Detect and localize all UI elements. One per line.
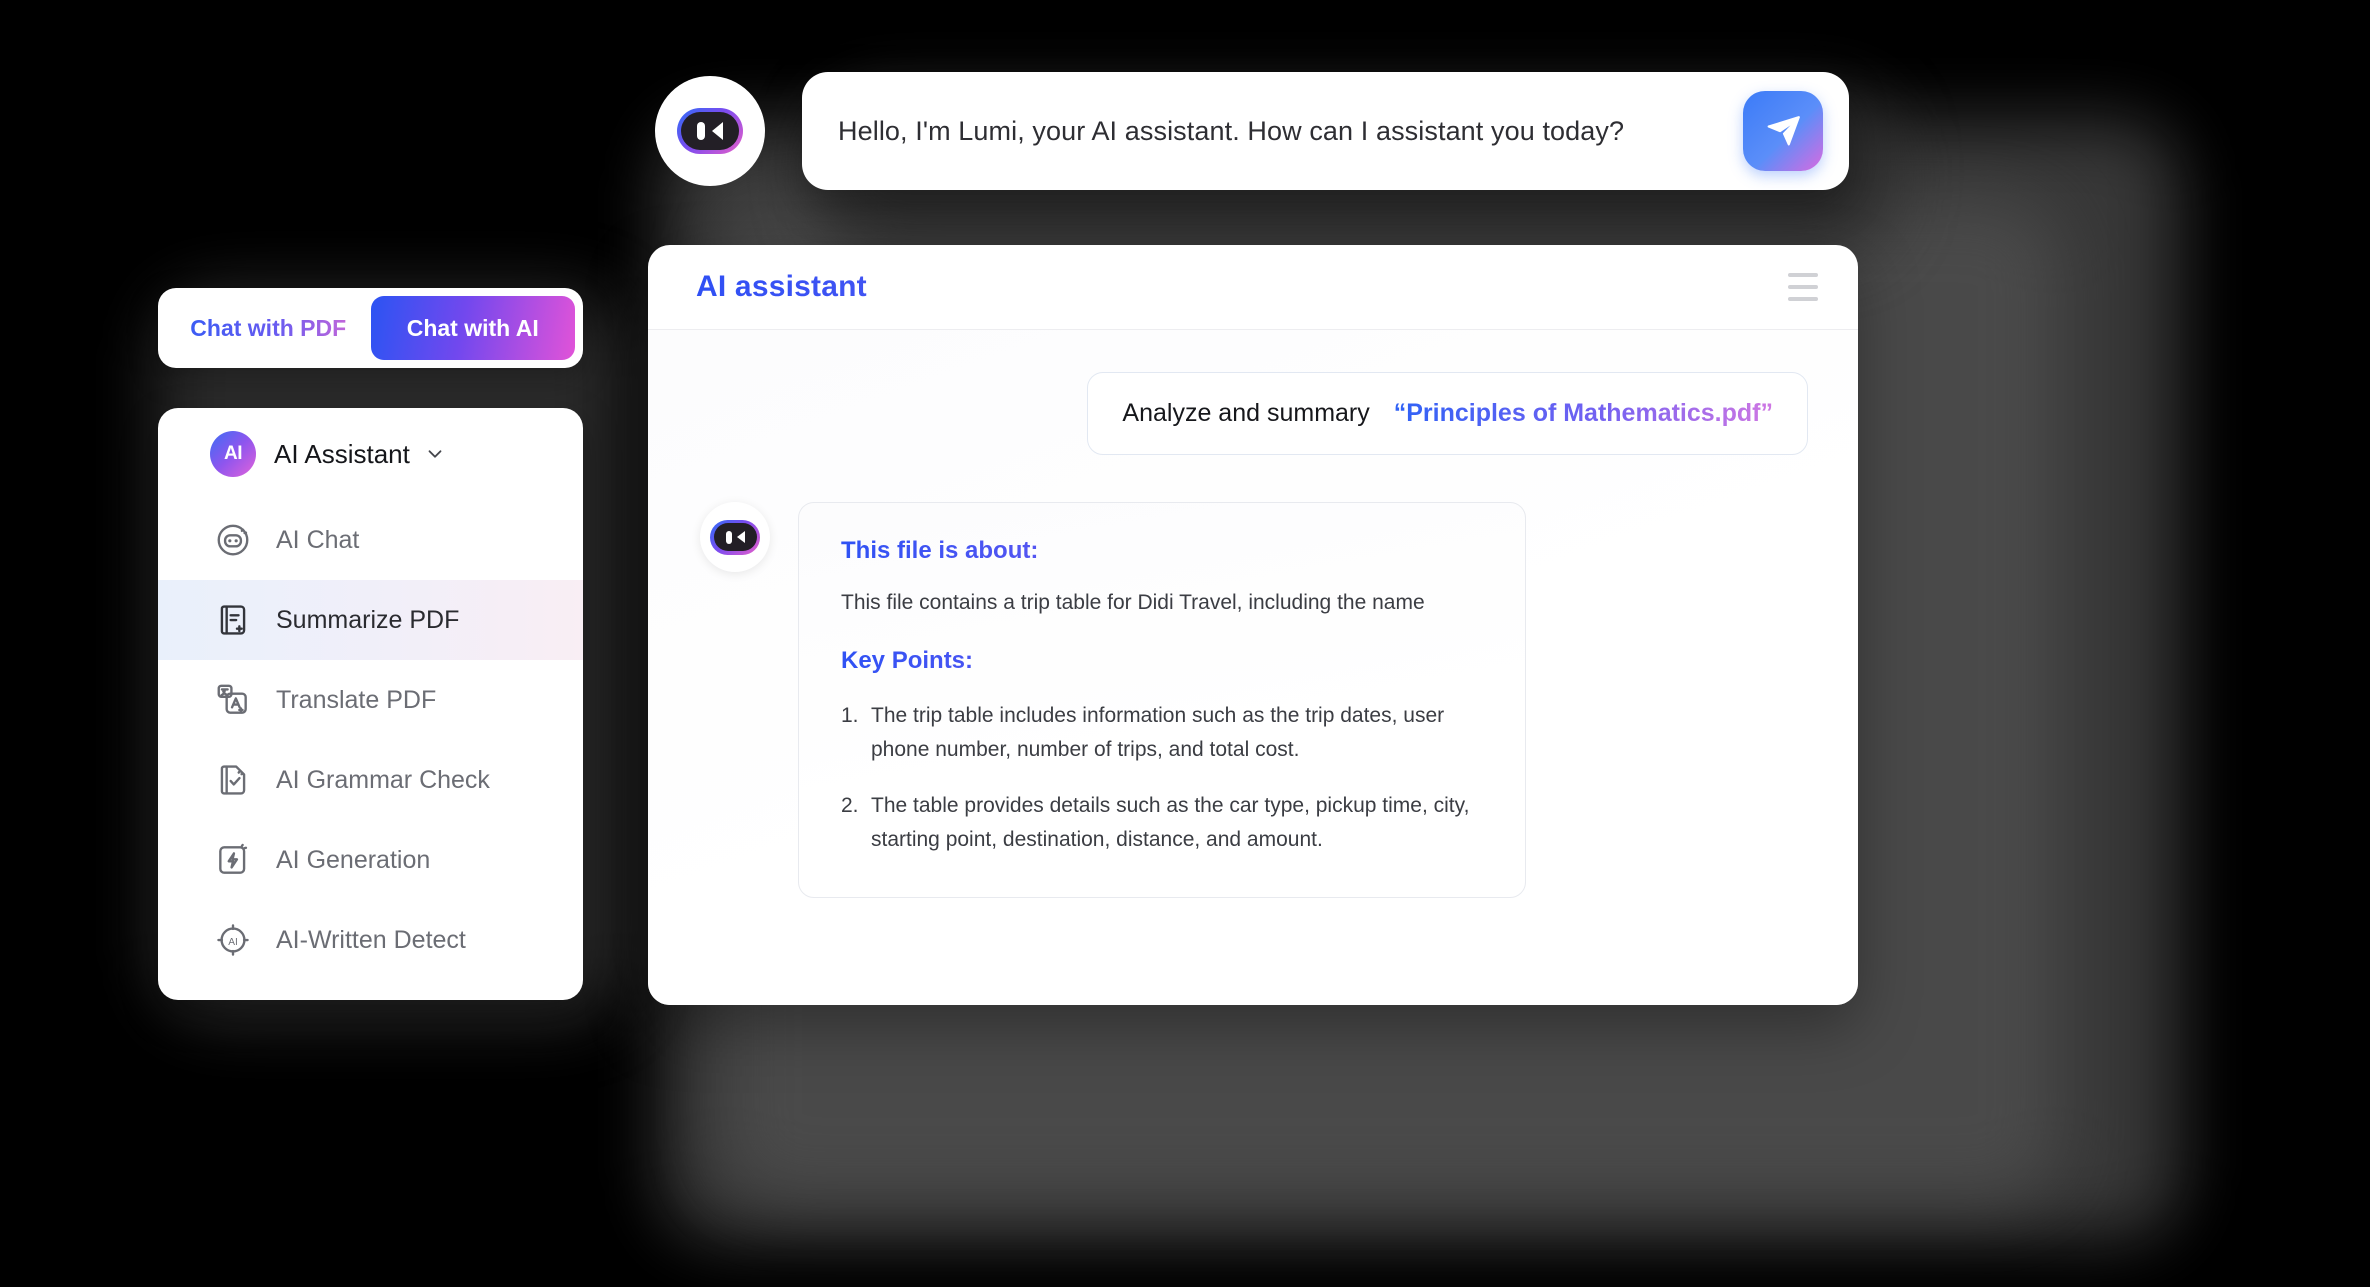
user-message-row: Analyze and summary “Principles of Mathe… bbox=[700, 372, 1808, 455]
user-message-filename: “Principles of Mathematics.pdf” bbox=[1393, 399, 1773, 427]
lumi-avatar bbox=[655, 76, 765, 186]
sidebar-header[interactable]: AI AI Assistant bbox=[158, 408, 583, 500]
ai-target-icon: AI bbox=[210, 921, 256, 959]
sidebar-item-translate-pdf[interactable]: Translate PDF bbox=[158, 660, 583, 740]
panel-header: AI assistant bbox=[648, 245, 1858, 330]
translate-card-icon bbox=[210, 681, 256, 719]
about-heading: This file is about: bbox=[841, 537, 1485, 565]
sidebar-item-ai-grammar-check[interactable]: AI Grammar Check bbox=[158, 740, 583, 820]
greeting-bar: Hello, I'm Lumi, your AI assistant. How … bbox=[655, 72, 1849, 190]
assistant-message-row: This file is about: This file contains a… bbox=[700, 502, 1808, 898]
greeting-message: Hello, I'm Lumi, your AI assistant. How … bbox=[838, 115, 1625, 146]
list-item-number: 2. bbox=[841, 793, 859, 817]
tools-sidebar: AI AI Assistant AI Chat Summarize PDF Tr… bbox=[158, 408, 583, 1000]
list-item-text: The trip table includes information such… bbox=[871, 703, 1445, 761]
assistant-avatar bbox=[700, 502, 770, 572]
sidebar-item-label: AI Grammar Check bbox=[276, 765, 490, 794]
screen-root: Hello, I'm Lumi, your AI assistant. How … bbox=[0, 0, 2370, 1287]
conversation-area: Analyze and summary “Principles of Mathe… bbox=[648, 330, 1858, 1005]
key-points-list: 1. The trip table includes information s… bbox=[841, 699, 1485, 857]
ai-avatar: AI bbox=[210, 431, 256, 477]
user-message-bubble: Analyze and summary “Principles of Mathe… bbox=[1087, 372, 1808, 455]
svg-text:AI: AI bbox=[228, 937, 238, 948]
list-item-text: The table provides details such as the c… bbox=[871, 793, 1470, 851]
sidebar-item-ai-generation[interactable]: AI Generation bbox=[158, 820, 583, 900]
sidebar-item-label: AI-Written Detect bbox=[276, 925, 466, 954]
bot-face-icon bbox=[710, 519, 760, 555]
page-title: AI assistant bbox=[696, 270, 1782, 304]
list-item: 1. The trip table includes information s… bbox=[841, 699, 1485, 767]
paper-plane-send-icon[interactable] bbox=[1743, 91, 1823, 171]
ai-assistant-panel: AI assistant Analyze and summary “Princi… bbox=[648, 245, 1858, 1005]
sidebar-item-ai-chat[interactable]: AI Chat bbox=[158, 500, 583, 580]
lightning-bolt-icon bbox=[210, 841, 256, 879]
tab-chat-with-ai[interactable]: Chat with AI bbox=[370, 296, 575, 360]
tab-chat-with-pdf[interactable]: Chat with PDF bbox=[166, 296, 371, 360]
sidebar-item-label: Summarize PDF bbox=[276, 605, 460, 634]
sidebar-item-label: AI Generation bbox=[276, 845, 431, 874]
document-lines-icon bbox=[210, 601, 256, 639]
chat-mode-tabs: Chat with PDF Chat with AI bbox=[158, 288, 583, 368]
assistant-response-card: This file is about: This file contains a… bbox=[798, 502, 1526, 898]
sidebar-item-label: AI Chat bbox=[276, 525, 360, 554]
sidebar-item-summarize-pdf[interactable]: Summarize PDF bbox=[158, 580, 583, 660]
document-check-icon bbox=[210, 761, 256, 799]
user-message-prefix: Analyze and summary bbox=[1122, 399, 1370, 427]
list-item-number: 1. bbox=[841, 703, 859, 727]
bot-face-icon bbox=[677, 108, 743, 154]
sidebar-header-label: AI Assistant bbox=[274, 438, 410, 469]
hamburger-menu-icon[interactable] bbox=[1782, 267, 1824, 307]
sidebar-item-ai-written-detect[interactable]: AI AI-Written Detect bbox=[158, 900, 583, 980]
robot-face-icon bbox=[210, 521, 256, 559]
sidebar-item-label: Translate PDF bbox=[276, 685, 437, 714]
key-points-heading: Key Points: bbox=[841, 647, 1485, 675]
about-text: This file contains a trip table for Didi… bbox=[841, 591, 1425, 614]
list-item: 2. The table provides details such as th… bbox=[841, 789, 1485, 857]
chevron-down-icon[interactable] bbox=[424, 443, 446, 465]
greeting-input-bar[interactable]: Hello, I'm Lumi, your AI assistant. How … bbox=[802, 72, 1849, 190]
